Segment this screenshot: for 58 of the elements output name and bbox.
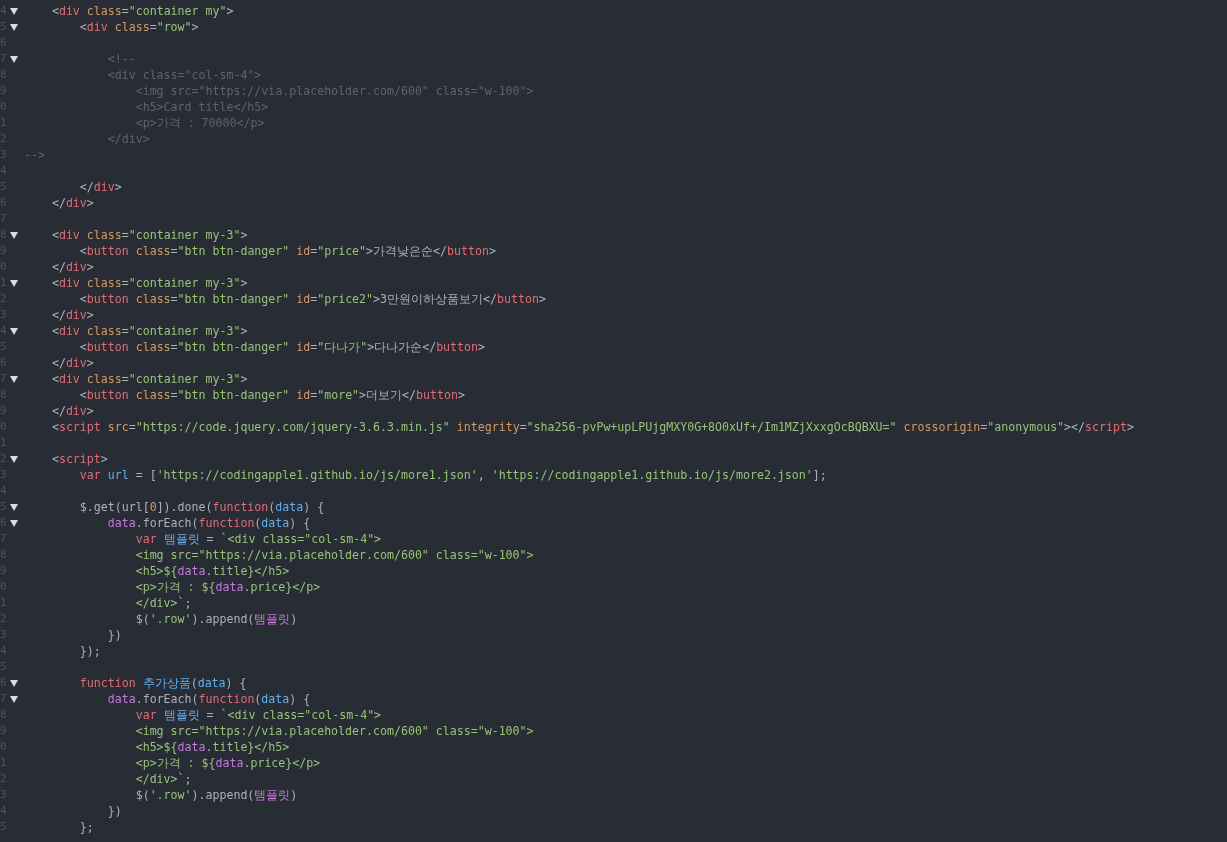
code-line: <div class="container my"> xyxy=(50,3,234,19)
code-line: $('.row').append(템플릿) xyxy=(134,611,298,627)
code-line: <p>가격 : ${data.price}</p> xyxy=(134,755,321,771)
code-line: }) xyxy=(106,803,122,819)
code-line: $.get(url[0]).done(function(data) { xyxy=(78,499,325,515)
code-line: <div class="col-sm-4"> xyxy=(106,67,262,83)
code-line: <h5>${data.title}</h5> xyxy=(134,739,290,755)
fold-arrow-icon[interactable] xyxy=(10,7,18,15)
fold-arrow-icon[interactable] xyxy=(10,279,18,287)
code-line: </div> xyxy=(50,307,94,323)
fold-arrow-icon[interactable] xyxy=(10,503,18,511)
code-line: <h5>Card title</h5> xyxy=(134,99,269,115)
code-line: <div class="row"> xyxy=(78,19,199,35)
code-line: <script src="https://code.jquery.com/jquery-3.6.3.min.js" integrity="sha256-pvPw+upLPUjgMXY0G+8O0xUf+/Im1MZjXxxgOcBQBXU=" crossorigin="anonymous"></script> xyxy=(50,419,1134,435)
code-line: <img src="https://via.placeholder.com/600" class="w-100"> xyxy=(134,547,534,563)
code-line: </div> xyxy=(50,259,94,275)
code-line: var 템플릿 = `<div class="col-sm-4"> xyxy=(134,707,382,723)
code-line: <h5>${data.title}</h5> xyxy=(134,563,290,579)
code-line: </div> xyxy=(50,355,94,371)
code-line: </div>`; xyxy=(134,595,192,611)
code-line: <!-- xyxy=(106,51,136,67)
code-line: <button class="btn btn-danger" id="다나가">다나가순</button> xyxy=(78,339,485,355)
code-line: <button class="btn btn-danger" id="price2">3만원이하상품보기</button> xyxy=(78,291,546,307)
code-line: <img src="https://via.placeholder.com/600" class="w-100"> xyxy=(134,83,534,99)
fold-arrow-icon[interactable] xyxy=(10,55,18,63)
code-line: <div class="container my-3"> xyxy=(50,371,248,387)
code-line: data.forEach(function(data) { xyxy=(106,691,311,707)
code-line: </div> xyxy=(50,403,94,419)
code-line: <button class="btn btn-danger" id="price">가격낮은순</button> xyxy=(78,243,496,259)
code-line: data.forEach(function(data) { xyxy=(106,515,311,531)
fold-arrow-icon[interactable] xyxy=(10,23,18,31)
fold-arrow-icon[interactable] xyxy=(10,455,18,463)
code-line: }); xyxy=(78,643,101,659)
code-line: function 추가상품(data) { xyxy=(78,675,247,691)
fold-arrow-icon[interactable] xyxy=(10,679,18,687)
fold-arrow-icon[interactable] xyxy=(10,327,18,335)
fold-arrow-icon[interactable] xyxy=(10,231,18,239)
code-line: var url = ['https://codingapple1.github.io/js/more1.json', 'https://codingapple1.github.io/js/more2.json']; xyxy=(78,467,827,483)
code-line: --> xyxy=(24,147,45,163)
code-line: }) xyxy=(106,627,122,643)
code-line: <img src="https://via.placeholder.com/600" class="w-100"> xyxy=(134,723,534,739)
code-line: $('.row').append(템플릿) xyxy=(134,787,298,803)
code-line: <div class="container my-3"> xyxy=(50,227,248,243)
fold-arrow-icon[interactable] xyxy=(10,375,18,383)
code-line: var 템플릿 = `<div class="col-sm-4"> xyxy=(134,531,382,547)
code-line: <p>가격 : ${data.price}</p> xyxy=(134,579,321,595)
code-line: <script> xyxy=(50,451,108,467)
code-line: </div> xyxy=(50,195,94,211)
fold-arrow-icon[interactable] xyxy=(10,519,18,527)
code-line: <p>가격 : 70000</p> xyxy=(134,115,265,131)
code-line: </div>`; xyxy=(134,771,192,787)
code-line: <div class="container my-3"> xyxy=(50,275,248,291)
code-line: </div> xyxy=(106,131,150,147)
code-line: <div class="container my-3"> xyxy=(50,323,248,339)
code-line: </div> xyxy=(78,179,122,195)
code-line: <button class="btn btn-danger" id="more">더보기</button> xyxy=(78,387,465,403)
code-line: }; xyxy=(78,819,94,835)
fold-arrow-icon[interactable] xyxy=(10,695,18,703)
